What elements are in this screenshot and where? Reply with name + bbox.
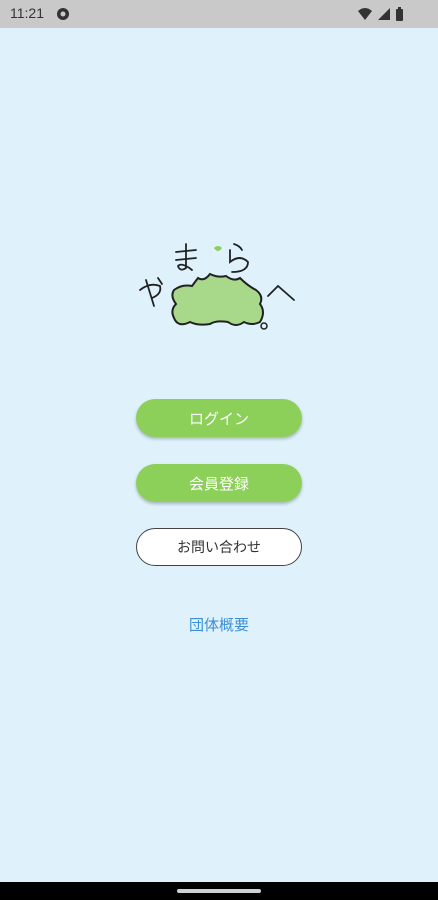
logo-map [171, 272, 264, 326]
battery-icon [396, 7, 403, 21]
about-link[interactable]: 団体概要 [0, 614, 438, 635]
logo-accent [214, 246, 222, 251]
app-logo [139, 243, 295, 330]
wifi-icon [358, 8, 372, 20]
home-handle[interactable] [177, 889, 261, 893]
register-button[interactable]: 会員登録 [136, 464, 302, 502]
notification-icon [57, 8, 69, 20]
status-icons [358, 7, 403, 21]
status-bar: 11:21 [0, 0, 438, 28]
signal-icon [378, 8, 390, 20]
status-time: 11:21 [10, 5, 44, 21]
navigation-bar [0, 882, 438, 900]
logo-island [260, 322, 268, 330]
contact-button[interactable]: お問い合わせ [136, 528, 302, 566]
login-button[interactable]: ログイン [136, 399, 302, 437]
